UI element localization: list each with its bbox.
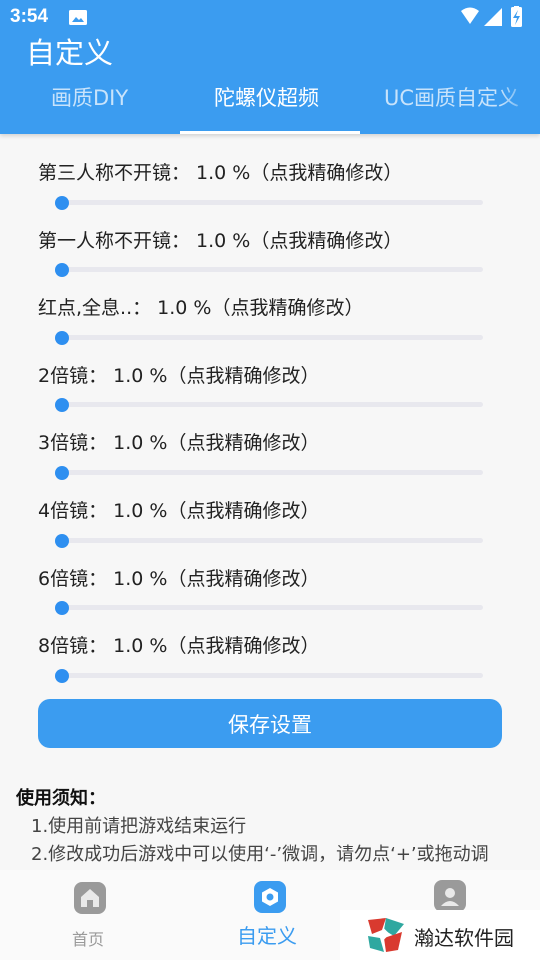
image-notification-icon (69, 10, 87, 25)
tab-bar: 画质DIY 陀螺仪超频 UC画质自定义 (0, 74, 540, 134)
setting-slider[interactable] (55, 533, 483, 548)
notice-line: 2.修改成功后游戏中可以使用‘-’微调，请勿点‘+’或拖动调 (31, 844, 489, 865)
setting-label[interactable]: 红点,全息..： 1.0 %（点我精确修改） (38, 293, 363, 320)
setting-slider[interactable] (55, 465, 483, 480)
slider-thumb[interactable] (55, 668, 70, 683)
setting-label[interactable]: 第一人称不开镜： 1.0 %（点我精确修改） (38, 226, 402, 253)
slider-thumb[interactable] (55, 465, 70, 480)
setting-label[interactable]: 4倍镜： 1.0 %（点我精确修改） (38, 496, 319, 523)
profile-icon (434, 880, 466, 912)
watermark-logo-icon (368, 918, 404, 952)
tab-quality-diy[interactable]: 画质DIY (51, 82, 128, 112)
slider-thumb[interactable] (55, 262, 70, 277)
status-time: 3:54 (10, 6, 49, 27)
tab-gyroscope-overclock[interactable]: 陀螺仪超频 (214, 82, 319, 112)
setting-slider[interactable] (55, 195, 483, 210)
custom-settings-icon (254, 881, 286, 913)
signal-icon (484, 8, 502, 26)
setting-slider[interactable] (55, 600, 483, 615)
setting-label[interactable]: 2倍镜： 1.0 %（点我精确修改） (38, 361, 319, 388)
slider-thumb[interactable] (55, 600, 70, 615)
wifi-icon (461, 7, 479, 24)
setting-label[interactable]: 8倍镜： 1.0 %（点我精确修改） (38, 631, 319, 658)
setting-slider[interactable] (55, 668, 483, 683)
setting-label[interactable]: 3倍镜： 1.0 %（点我精确修改） (38, 428, 319, 455)
notice-line: 1.使用前请把游戏结束运行 (31, 816, 247, 837)
setting-slider[interactable] (55, 262, 483, 277)
nav-label-custom: 自定义 (237, 924, 297, 948)
slider-thumb[interactable] (55, 533, 70, 548)
home-icon (74, 882, 106, 914)
active-tab-indicator (180, 131, 360, 134)
slider-thumb[interactable] (55, 397, 70, 412)
slider-thumb[interactable] (55, 195, 70, 210)
slider-thumb[interactable] (55, 330, 70, 345)
watermark: 瀚达软件园 (340, 910, 540, 960)
status-icons (461, 6, 522, 27)
save-settings-button[interactable]: 保存设置 (38, 699, 502, 748)
nav-label-home: 首页 (72, 930, 105, 949)
watermark-text: 瀚达软件园 (414, 926, 514, 950)
setting-label[interactable]: 6倍镜： 1.0 %（点我精确修改） (38, 564, 319, 591)
notice-title: 使用须知： (16, 788, 106, 809)
setting-slider[interactable] (55, 397, 483, 412)
battery-icon (511, 6, 522, 27)
app-title: 自定义 (26, 36, 114, 70)
tab-uc-quality-custom[interactable]: UC画质自定义 (384, 82, 519, 112)
setting-label[interactable]: 第三人称不开镜： 1.0 %（点我精确修改） (38, 158, 402, 185)
setting-slider[interactable] (55, 330, 483, 345)
